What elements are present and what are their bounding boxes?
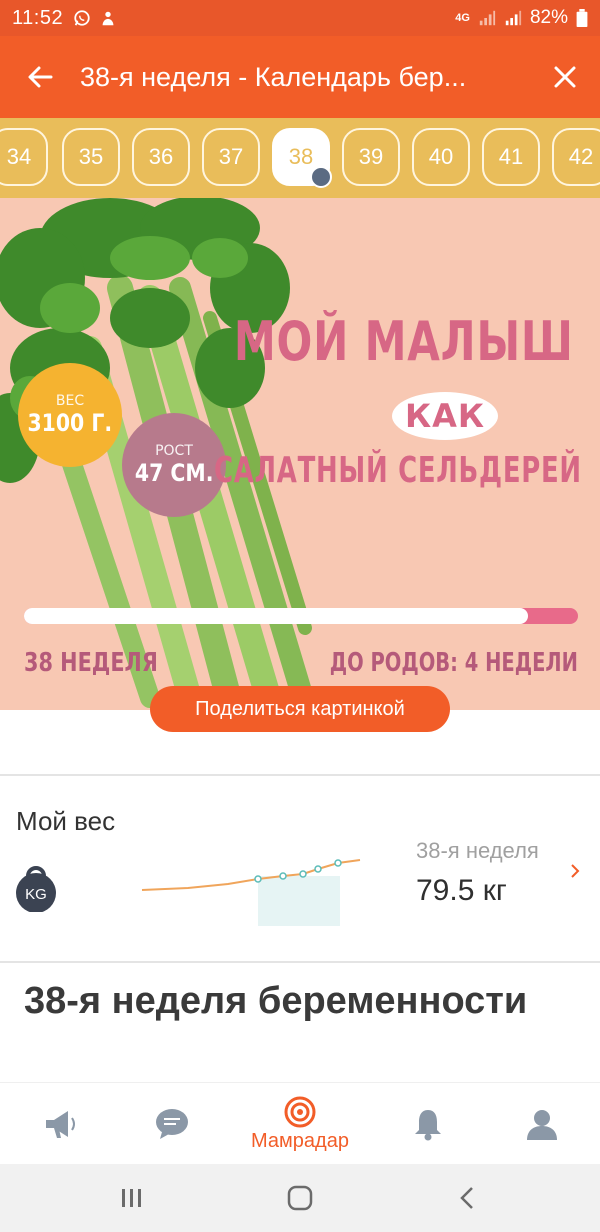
radar-icon [284, 1096, 316, 1127]
weight-title: Мой вес [16, 806, 116, 836]
tab-notifications[interactable] [388, 1083, 468, 1165]
tab-mamradar-label: Мамрадар [251, 1129, 349, 1152]
bell-icon [415, 1110, 441, 1141]
weight-sparkline [141, 859, 361, 926]
network-type-label: 4G [455, 12, 470, 24]
megaphone-icon [46, 1111, 75, 1138]
height-badge: РОСТ 47 СМ. [122, 413, 226, 517]
back-icon [460, 1187, 473, 1209]
avatar [310, 166, 332, 188]
chat-icon [156, 1109, 188, 1139]
system-back-button[interactable] [428, 1164, 508, 1232]
banner-week-label: 38 НЕДЕЛЯ [24, 648, 158, 678]
page-title: 38-я неделя - Календарь бер... [80, 61, 467, 92]
week-chip-35[interactable]: 35 [62, 128, 120, 186]
banner-headline-line3: САЛАТНЫЙ СЕЛЬДЕРЕЙ [214, 450, 582, 491]
home-button[interactable] [260, 1164, 340, 1232]
notification-app-icon [102, 11, 114, 26]
week-chip-38[interactable]: 38 [272, 128, 332, 188]
share-image-button[interactable]: Поделиться картинкой [150, 686, 450, 732]
home-icon [287, 1185, 313, 1211]
signal-icon-2 [505, 10, 522, 26]
week-banner-image: ВЕС 3100 Г. РОСТ 47 СМ. МОЙ МАЛЫШ КАК СА… [0, 198, 600, 710]
tab-news[interactable] [20, 1083, 100, 1165]
tab-mamradar[interactable]: Мамрадар [230, 1083, 370, 1165]
week-selector: 34 35 36 37 38 39 40 41 42 [0, 118, 600, 198]
week-chip-42[interactable]: 42 [552, 128, 600, 186]
article-heading: 38-я неделя беременности [24, 980, 528, 1022]
svg-text:KG: KG [25, 886, 47, 903]
week-chip-41[interactable]: 41 [482, 128, 540, 186]
divider [0, 774, 600, 776]
system-navigation-bar [0, 1164, 600, 1232]
banner-headline-line1: МОЙ МАЛЫШ [234, 310, 574, 373]
bottom-tab-bar: Мамрадар [0, 1082, 600, 1164]
week-chip-39[interactable]: 39 [342, 128, 400, 186]
banner-remaining-label: ДО РОДОВ: 4 НЕДЕЛИ [329, 648, 578, 678]
chevron-right-icon [571, 864, 580, 878]
battery-icon [576, 9, 588, 27]
profile-icon [527, 1110, 557, 1140]
tab-chat[interactable] [132, 1083, 212, 1165]
weight-week-label: 38-я неделя [416, 838, 539, 863]
recent-apps-icon [122, 1189, 141, 1207]
divider [0, 961, 600, 963]
kg-weight-icon: KG [14, 862, 58, 913]
banner-headline-line2: КАК [392, 392, 498, 440]
app-bar: 38-я неделя - Календарь бер... [0, 36, 600, 118]
back-button[interactable] [0, 36, 80, 118]
battery-percent: 82% [529, 7, 568, 28]
status-time: 11:52 [12, 6, 64, 29]
week-chip-37[interactable]: 37 [202, 128, 260, 186]
my-weight-card[interactable]: Мой вес KG 38-я неделя 79.5 кг [0, 778, 600, 960]
tab-profile[interactable] [502, 1083, 582, 1165]
pregnancy-progress-fill [24, 608, 529, 624]
status-bar: 11:52 4G 82% [0, 0, 600, 36]
weight-badge: ВЕС 3100 Г. [18, 363, 122, 467]
week-chip-34[interactable]: 34 [0, 128, 48, 186]
whatsapp-icon [74, 10, 90, 26]
pregnancy-progress-bar [24, 608, 578, 624]
arrow-left-icon [28, 66, 53, 88]
week-chip-36[interactable]: 36 [132, 128, 190, 186]
recent-apps-button[interactable] [92, 1164, 172, 1232]
close-button[interactable] [530, 36, 600, 118]
weight-value: 79.5 кг [416, 874, 507, 907]
close-icon [554, 66, 576, 88]
signal-icon [479, 10, 496, 26]
week-chip-40[interactable]: 40 [412, 128, 470, 186]
